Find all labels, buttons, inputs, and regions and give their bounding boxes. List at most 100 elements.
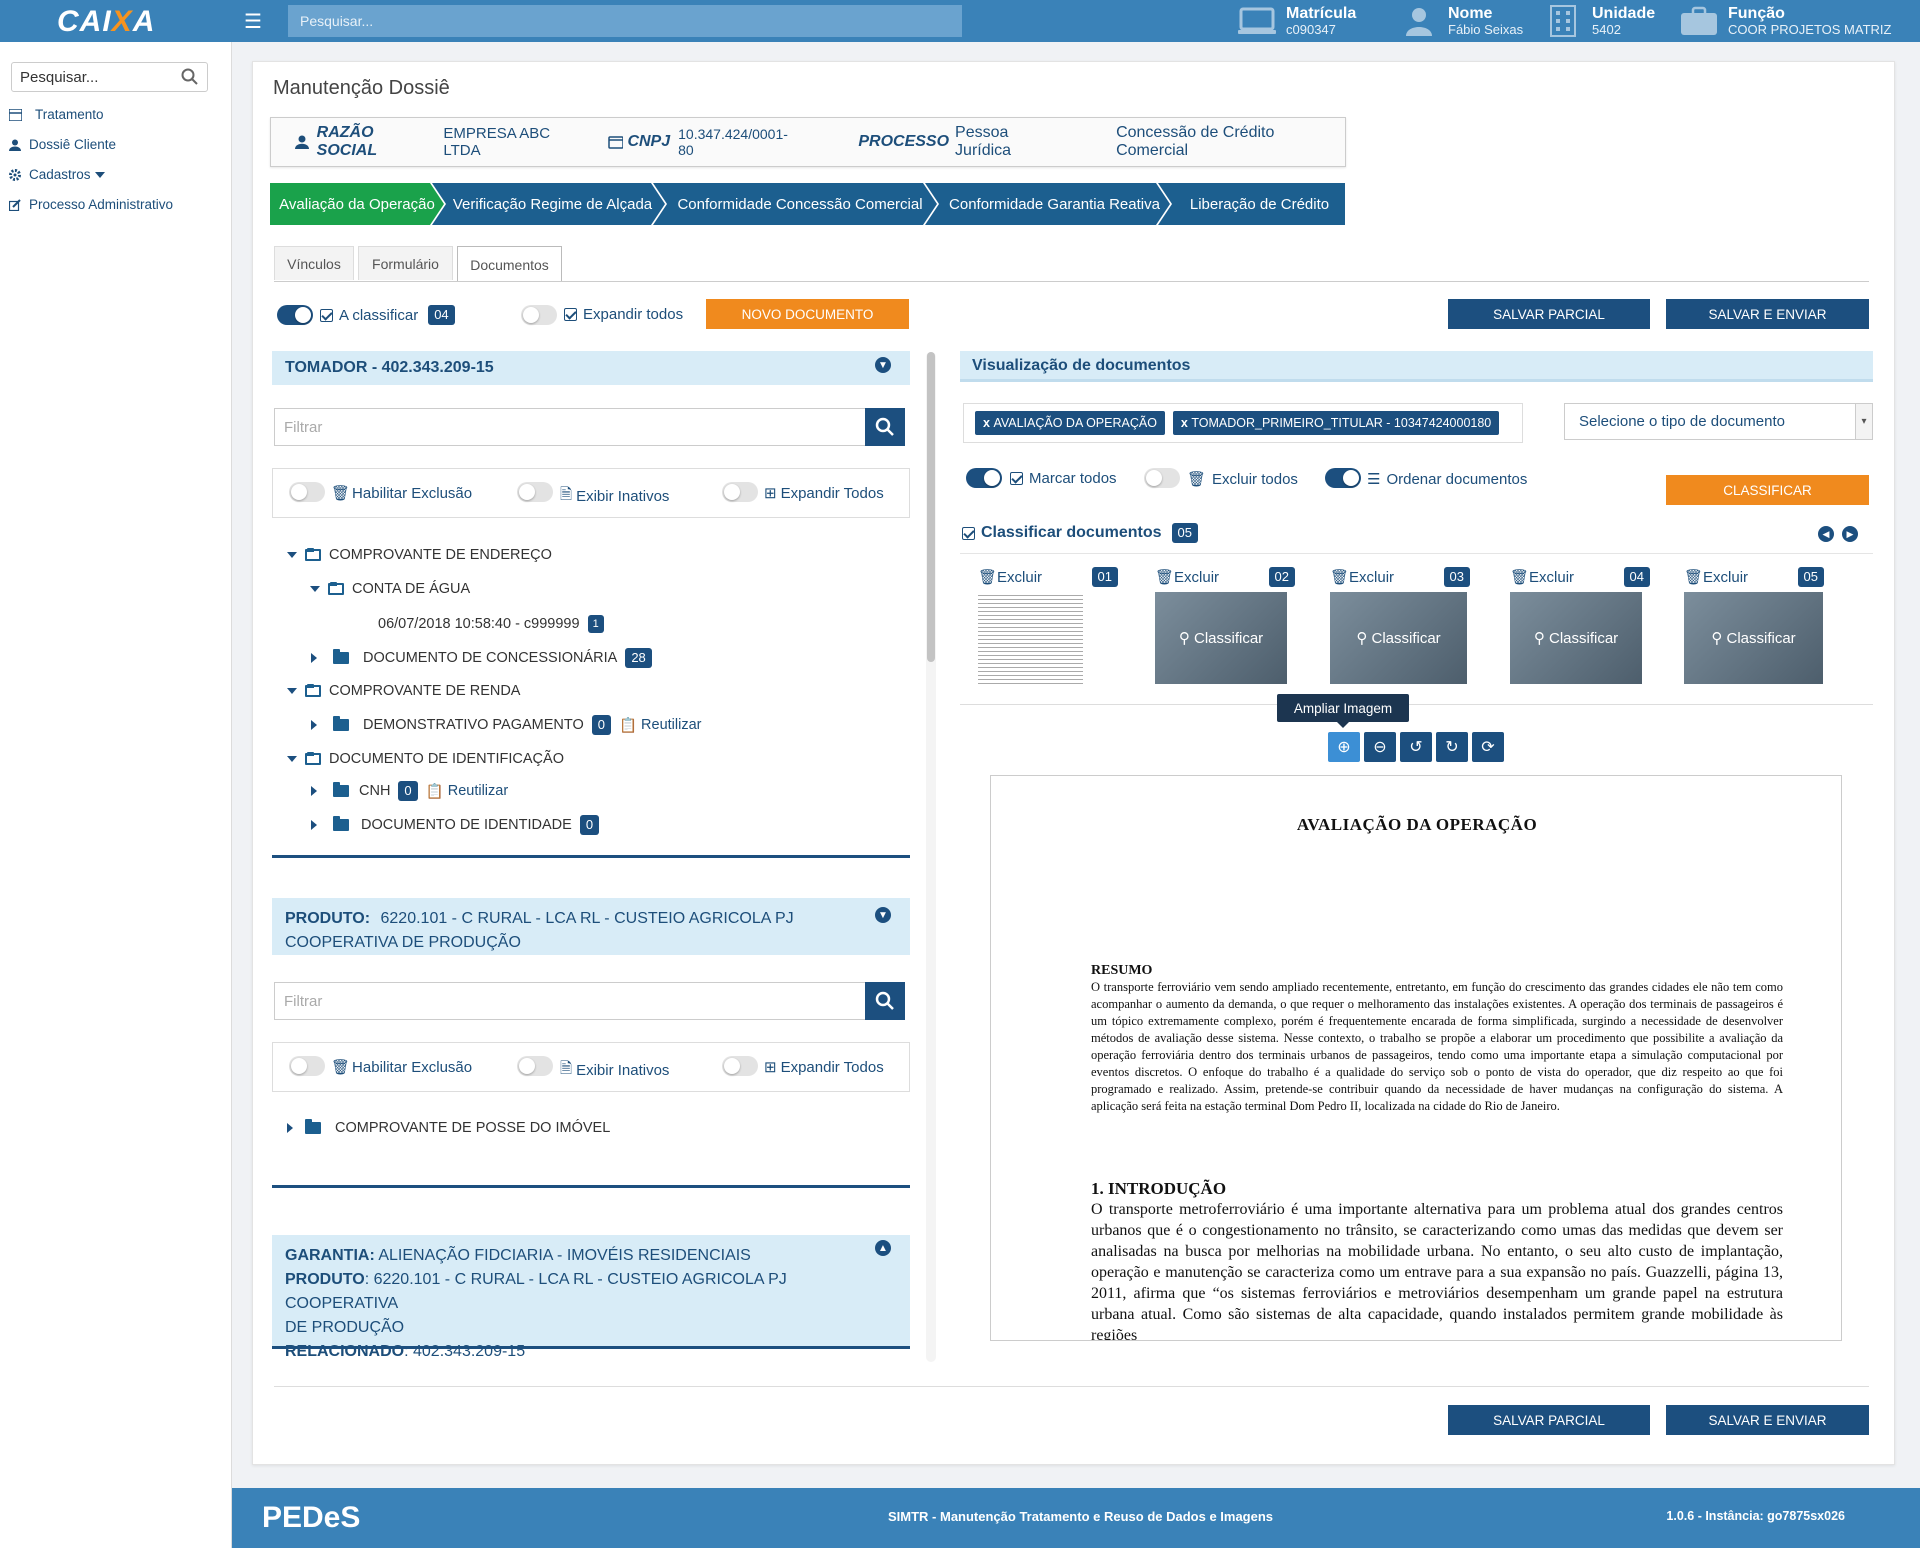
ordenar-toggle[interactable] <box>1325 468 1361 488</box>
expandir-todos-toggle[interactable] <box>521 305 557 325</box>
tab-formulario[interactable]: Formulário <box>358 246 453 280</box>
expandir-todos-opt-toggle[interactable] <box>722 1056 758 1076</box>
novo-documento-button[interactable]: NOVO DOCUMENTO <box>706 299 909 329</box>
marcar-todos-toggle[interactable] <box>966 468 1002 488</box>
a-classificar-label[interactable]: A classificar 04 <box>320 305 455 325</box>
step-liberacao[interactable]: Liberação de Crédito <box>1158 183 1345 225</box>
scrollbar-thumb[interactable] <box>927 352 935 662</box>
classificar-button[interactable]: CLASSIFICAR <box>1666 475 1869 505</box>
step-conformidade-concessao[interactable]: Conformidade Concessão Comercial <box>653 183 937 225</box>
classificar-overlay[interactable]: Classificar <box>1726 630 1795 647</box>
tab-documentos[interactable]: Documentos <box>457 246 562 282</box>
classificar-overlay[interactable]: Classificar <box>1549 630 1618 647</box>
chevron-down-icon[interactable]: ▼ <box>875 907 891 923</box>
salvar-parcial-bottom-button[interactable]: SALVAR PARCIAL <box>1448 1405 1650 1435</box>
tree-comprovante-posse[interactable]: COMPROVANTE DE POSSE DO IMÓVEL <box>287 1119 610 1136</box>
excluir-link[interactable]: 🗑Excluir <box>1330 568 1394 586</box>
garantia-header[interactable]: GARANTIA: ALIENAÇÃO FIDCIARIA - IMOVÉIS … <box>272 1232 910 1360</box>
tree-conta-agua[interactable]: CONTA DE ÁGUA <box>310 581 470 597</box>
exibir-inativos-label[interactable]: 🗎 Exibir Inativos <box>560 484 669 509</box>
reutilizar-link[interactable]: 📋 Reutilizar <box>426 783 509 800</box>
chevron-left-icon[interactable]: ◀ <box>1818 526 1834 542</box>
sidebar-item-tratamento[interactable]: Tratamento <box>9 107 104 122</box>
excluir-link[interactable]: 🗑Excluir <box>1155 568 1219 586</box>
tomador-filter-input[interactable]: Filtrar <box>274 408 866 446</box>
left-panel-scrollbar[interactable] <box>926 352 936 1362</box>
excluir-todos-toggle[interactable] <box>1144 468 1180 488</box>
search-icon[interactable] <box>181 68 199 90</box>
tomador-header[interactable]: TOMADOR - 402.343.209-15 <box>272 348 910 385</box>
a-classificar-toggle[interactable] <box>277 305 313 325</box>
thumb-04[interactable]: 🗑Excluir 04 ⚲ Classificar <box>1510 566 1650 684</box>
caixa-logo[interactable]: CAIXA <box>57 5 155 39</box>
expandir-todos-label[interactable]: Expandir todos <box>564 306 683 323</box>
thumb-image[interactable]: ⚲ Classificar <box>1330 592 1467 684</box>
thumb-image[interactable] <box>978 592 1083 684</box>
tree-demonstrativo[interactable]: DEMONSTRATIVO PAGAMENTO 0 📋 Reutilizar <box>311 715 701 735</box>
step-avaliacao[interactable]: Avaliação da Operação <box>270 183 444 225</box>
zoom-out-icon[interactable]: ⊖ <box>1364 732 1396 762</box>
tree-doc-concessionaria[interactable]: DOCUMENTO DE CONCESSIONÁRIA 28 <box>311 648 652 668</box>
habilitar-exclusao-label[interactable]: 🗑 Habilitar Exclusão <box>331 1058 472 1077</box>
expandir-todos-opt-toggle[interactable] <box>722 482 758 502</box>
tree-comprovante-renda[interactable]: COMPROVANTE DE RENDA <box>287 683 520 699</box>
habilitar-exclusao-toggle[interactable] <box>289 1056 325 1076</box>
thumb-image[interactable]: ⚲ Classificar <box>1684 592 1823 684</box>
excluir-link[interactable]: 🗑Excluir <box>1510 568 1574 586</box>
chevron-up-icon[interactable]: ▲ <box>875 1240 891 1256</box>
tomador-filter-search-button[interactable] <box>865 408 905 446</box>
salvar-enviar-button[interactable]: SALVAR E ENVIAR <box>1666 299 1869 329</box>
salvar-enviar-bottom-button[interactable]: SALVAR E ENVIAR <box>1666 1405 1869 1435</box>
produto-filter-input[interactable]: Filtrar <box>274 982 866 1020</box>
tree-doc-identidade[interactable]: DOCUMENTO DE IDENTIDADE 0 <box>311 815 600 835</box>
salvar-parcial-button[interactable]: SALVAR PARCIAL <box>1448 299 1650 329</box>
thumb-05[interactable]: 🗑Excluir 05 ⚲ Classificar <box>1684 566 1824 684</box>
tree-doc-identificacao[interactable]: DOCUMENTO DE IDENTIFICAÇÃO <box>287 751 564 767</box>
menu-toggle-icon[interactable]: ☰ <box>244 9 262 34</box>
tree-comprovante-endereco[interactable]: COMPROVANTE DE ENDEREÇO <box>287 547 552 563</box>
expandir-todos-opt-label[interactable]: ⊞ Expandir Todos <box>764 484 884 503</box>
sidebar-search-input[interactable]: Pesquisar... <box>11 62 208 92</box>
thumb-03[interactable]: 🗑Excluir 03 ⚲ Classificar <box>1330 566 1470 684</box>
document-viewer[interactable]: AVALIAÇÃO DA OPERAÇÃO RESUMO O transport… <box>990 775 1842 1341</box>
marcar-todos-label[interactable]: Marcar todos <box>1010 470 1117 487</box>
tipo-documento-select[interactable]: Selecione o tipo de documento ▾ <box>1564 403 1873 440</box>
classificar-overlay[interactable]: Classificar <box>1371 630 1440 647</box>
tag-remove-icon[interactable]: x <box>983 416 990 430</box>
ordenar-label[interactable]: ☰ Ordenar documentos <box>1367 470 1527 489</box>
exibir-inativos-toggle[interactable] <box>517 1056 553 1076</box>
habilitar-exclusao-label[interactable]: 🗑 Habilitar Exclusão <box>331 484 472 503</box>
step-verificacao[interactable]: Verificação Regime de Alçada <box>432 183 665 225</box>
tag-avaliacao[interactable]: x AVALIAÇÃO DA OPERAÇÃO <box>975 411 1165 435</box>
produto-filter-search-button[interactable] <box>865 982 905 1020</box>
classificar-overlay[interactable]: Classificar <box>1194 630 1263 647</box>
produto-header[interactable]: PRODUTO: 6220.101 - C RURAL - LCA RL - C… <box>272 895 910 955</box>
excluir-link[interactable]: 🗑Excluir <box>1684 568 1748 586</box>
rotate-right-icon[interactable]: ↻ <box>1436 732 1468 762</box>
thumb-02[interactable]: 🗑Excluir 02 ⚲ Classificar <box>1155 566 1295 684</box>
thumb-image[interactable]: ⚲ Classificar <box>1510 592 1642 684</box>
step-conformidade-garantia[interactable]: Conformidade Garantia Reativa <box>925 183 1170 225</box>
zoom-in-icon[interactable]: ⊕ <box>1328 732 1360 762</box>
tag-remove-icon[interactable]: x <box>1181 416 1188 430</box>
thumb-01[interactable]: 🗑Excluir 01 <box>978 566 1118 684</box>
tab-vinculos[interactable]: Vínculos <box>274 246 354 280</box>
rotate-left-icon[interactable]: ↺ <box>1400 732 1432 762</box>
tag-tomador[interactable]: x TOMADOR_PRIMEIRO_TITULAR - 10347424000… <box>1172 411 1500 435</box>
excluir-link[interactable]: 🗑Excluir <box>978 568 1042 586</box>
chevron-right-icon[interactable]: ▶ <box>1842 526 1858 542</box>
chevron-down-icon[interactable]: ▼ <box>875 357 891 373</box>
excluir-todos-label[interactable]: 🗑 Excluir todos <box>1187 470 1298 489</box>
reutilizar-link[interactable]: 📋 Reutilizar <box>619 717 702 734</box>
habilitar-exclusao-toggle[interactable] <box>289 482 325 502</box>
expandir-todos-opt-label[interactable]: ⊞ Expandir Todos <box>764 1058 884 1077</box>
sidebar-item-processo-administrativo[interactable]: Processo Administrativo <box>9 197 173 212</box>
top-search-input[interactable] <box>288 5 962 37</box>
sidebar-item-dossie-cliente[interactable]: Dossiê Cliente <box>9 137 116 152</box>
thumb-image[interactable]: ⚲ Classificar <box>1155 592 1287 684</box>
tree-conta-agua-file[interactable]: 06/07/2018 10:58:40 - c999999 1 <box>378 615 604 633</box>
refresh-icon[interactable]: ⟳ <box>1472 732 1504 762</box>
tree-cnh[interactable]: CNH 0 📋 Reutilizar <box>311 781 508 801</box>
exibir-inativos-label[interactable]: 🗎 Exibir Inativos <box>560 1058 669 1083</box>
exibir-inativos-toggle[interactable] <box>517 482 553 502</box>
